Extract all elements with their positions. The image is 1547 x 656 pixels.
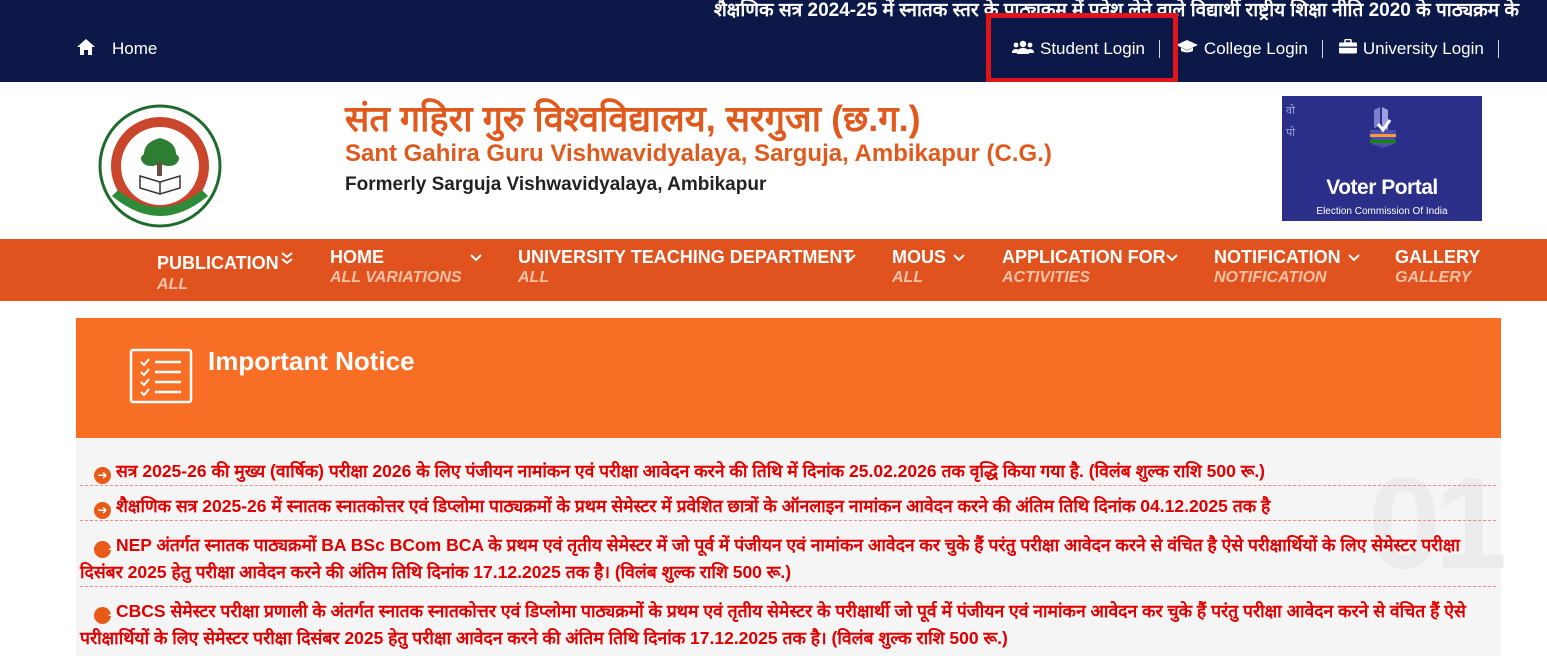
college-login-label: College Login — [1203, 39, 1308, 58]
briefcase-icon — [1338, 38, 1357, 59]
nav-item-mous[interactable]: MOUS ALL — [892, 239, 982, 301]
notice-item[interactable]: ➜NEP अंतर्गत स्नातक पाठ्यक्रमों BA BSc B… — [80, 532, 1496, 587]
nav-item-sublabel: ALL VARIATIONS — [330, 269, 462, 286]
voter-portal-title: Voter Portal — [1326, 176, 1438, 199]
nav-item-publication[interactable]: PUBLICATION ALL — [157, 239, 307, 301]
important-notice-header: Important Notice — [76, 318, 1501, 438]
notice-item-text: सत्र 2025-26 की मुख्य (वार्षिक) परीक्षा … — [116, 461, 1266, 481]
arrow-circle-right-icon: ➜ — [94, 502, 111, 519]
nav-item-sublabel: GALLERY — [1395, 269, 1472, 286]
notice-item-text: CBCS सेमेस्टर परीक्षा प्रणाली के अंतर्गत… — [80, 601, 1466, 648]
nav-item-university-teaching-department[interactable]: UNIVERSITY TEACHING DEPARTMENT ALL — [518, 239, 868, 301]
nav-item-gallery[interactable]: GALLERY GALLERY — [1395, 239, 1495, 301]
notice-title: Important Notice — [208, 346, 415, 376]
chevron-down-icon — [1348, 249, 1360, 265]
main-navigation: PUBLICATION ALL HOME ALL VARIATIONS UNIV… — [0, 239, 1547, 301]
login-separator — [1497, 40, 1499, 58]
nav-item-notification[interactable]: NOTIFICATION NOTIFICATION — [1214, 239, 1374, 301]
home-icon — [76, 38, 96, 61]
nav-item-label: APPLICATION FOR — [1002, 247, 1166, 267]
nav-item-label: GALLERY — [1395, 247, 1481, 267]
notice-item[interactable]: ➜CBCS सेमेस्टर परीक्षा प्रणाली के अंतर्ग… — [80, 598, 1496, 652]
university-login-label: University Login — [1362, 39, 1484, 58]
notice-item-text: NEP अंतर्गत स्नातक पाठ्यक्रमों BA BSc BC… — [80, 535, 1460, 582]
university-title-hindi: संत गहिरा गुरु विश्वविद्यालय, सरगुजा (छ.… — [345, 98, 921, 139]
nav-item-label: HOME — [330, 247, 384, 267]
top-bar: शैक्षणिक सत्र 2024-25 में स्नातक स्तर के… — [0, 0, 1547, 82]
chevron-down-icon — [470, 249, 482, 265]
nav-item-sublabel: NOTIFICATION — [1214, 269, 1327, 286]
voter-portal-subtitle: Election Commission Of India — [1316, 206, 1448, 217]
notice-item[interactable]: ➜ सत्र 2025-26 की मुख्य (वार्षिक) परीक्षा… — [80, 458, 1496, 486]
university-login-link[interactable]: University Login — [1338, 38, 1498, 59]
notice-item[interactable]: ➜ शैक्षणिक सत्र 2025-26 में स्नातक स्नातक… — [80, 493, 1496, 521]
notice-item-text: शैक्षणिक सत्र 2025-26 में स्नातक स्नातको… — [116, 496, 1271, 516]
double-chevron-down-icon — [281, 251, 293, 268]
site-header: संत गहिरा गुरु विश्वविद्यालय, सरगुजा (छ.… — [0, 82, 1547, 239]
chevron-down-icon — [844, 249, 856, 265]
arrow-circle-right-icon: ➜ — [94, 607, 118, 624]
student-login-highlight-box — [986, 13, 1178, 83]
checklist-icon — [129, 348, 193, 409]
chevron-down-icon — [953, 249, 965, 265]
nav-item-application-for[interactable]: APPLICATION FOR ACTIVITIES — [1002, 239, 1192, 301]
login-separator — [1321, 40, 1323, 58]
voter-ink-finger-icon — [1370, 107, 1396, 148]
nav-item-sublabel: ALL — [892, 269, 924, 286]
chevron-down-icon — [1166, 249, 1178, 265]
voter-portal-faded-text: वो पो — [1286, 105, 1296, 139]
university-title-english: Sant Gahira Guru Vishwavidyalaya, Sarguj… — [345, 140, 1052, 167]
nav-item-label: UNIVERSITY TEACHING DEPARTMENT — [518, 247, 854, 267]
nav-item-home[interactable]: HOME ALL VARIATIONS — [330, 239, 490, 301]
nav-item-label: PUBLICATION — [157, 253, 279, 273]
graduation-cap-icon — [1175, 39, 1198, 59]
notice-list: 01 ➜ सत्र 2025-26 की मुख्य (वार्षिक) परीक… — [76, 438, 1507, 656]
voter-portal-banner[interactable]: वो पो Voter Portal Election Commission Of… — [1282, 96, 1482, 221]
college-login-link[interactable]: College Login — [1175, 39, 1322, 59]
nav-item-label: MOUS — [892, 247, 946, 267]
university-logo[interactable] — [98, 104, 222, 233]
arrow-circle-right-icon: ➜ — [94, 541, 118, 558]
university-former-name: Formerly Sarguja Vishwavidyalaya, Ambika… — [345, 174, 767, 195]
nav-item-sublabel: ALL — [157, 276, 189, 293]
home-link[interactable]: Home — [76, 36, 157, 62]
home-link-label: Home — [112, 39, 158, 58]
arrow-circle-right-icon: ➜ — [94, 467, 111, 484]
nav-item-sublabel: ACTIVITIES — [1002, 269, 1091, 286]
nav-item-label: NOTIFICATION — [1214, 247, 1341, 267]
nav-item-sublabel: ALL — [518, 269, 550, 286]
